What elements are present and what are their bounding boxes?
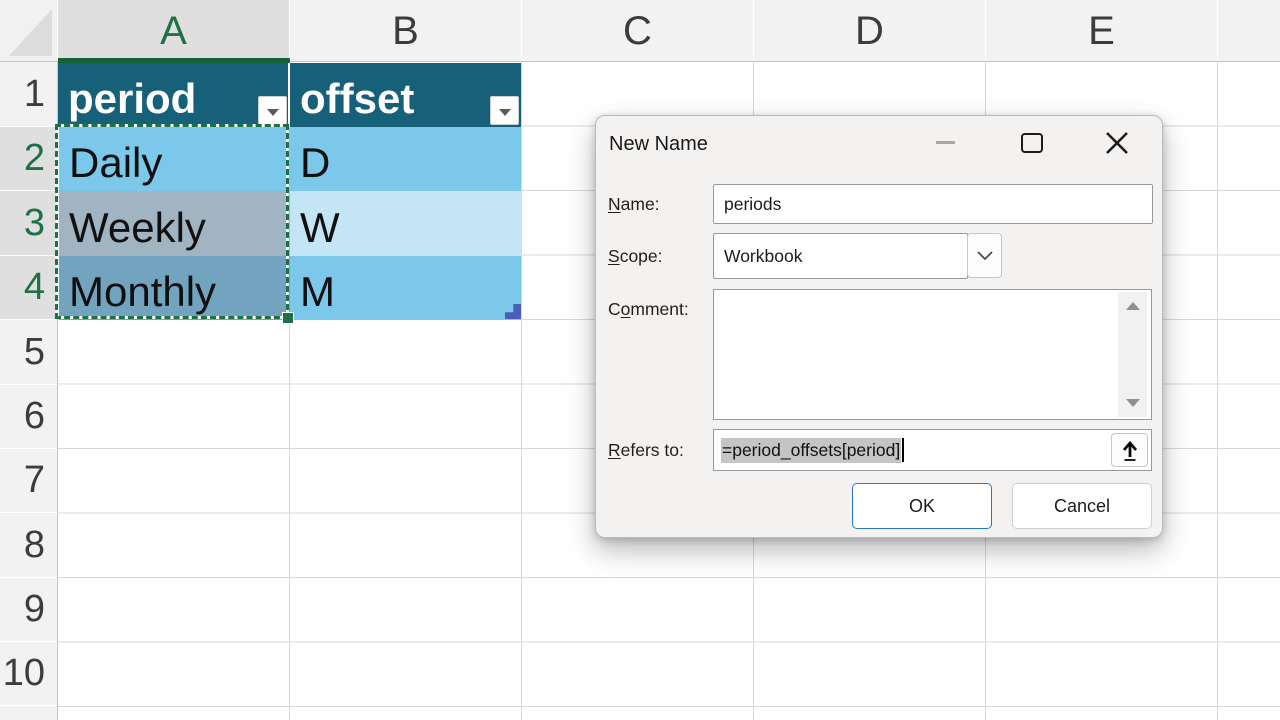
row-header-6[interactable]: 6 xyxy=(0,385,58,449)
cell-text: W xyxy=(300,206,340,250)
column-letter: B xyxy=(392,9,419,54)
column-header-c[interactable]: C xyxy=(522,0,754,62)
name-value: periods xyxy=(724,194,781,215)
table-header-label: offset xyxy=(300,77,414,121)
row-header-5[interactable]: 5 xyxy=(0,320,58,385)
excel-spreadsheet: A B C D E 1 2 3 4 5 6 7 8 9 10 period of… xyxy=(0,0,1280,720)
refers-to-label: Refers to: xyxy=(608,429,684,471)
refers-to-value: =period_offsets[period] xyxy=(721,438,901,463)
column-header-partial[interactable] xyxy=(1218,0,1280,62)
row-header-9[interactable]: 9 xyxy=(0,578,58,642)
row-number: 3 xyxy=(24,202,45,245)
cancel-label: Cancel xyxy=(1054,496,1110,517)
row-header-4[interactable]: 4 xyxy=(0,256,58,320)
column-letter: C xyxy=(623,9,652,54)
cell-text: Weekly xyxy=(69,206,206,250)
name-input[interactable]: periods xyxy=(713,184,1153,224)
row-number: 2 xyxy=(24,137,45,180)
cell-text: Daily xyxy=(69,141,162,185)
rowheader-right-border xyxy=(57,62,58,720)
cell-a3[interactable]: Weekly xyxy=(59,191,290,256)
row-header-partial[interactable] xyxy=(0,706,58,720)
scope-label: Scope: xyxy=(608,233,663,279)
cell-a1[interactable]: period xyxy=(58,63,290,127)
cell-b1[interactable]: offset xyxy=(290,63,521,127)
row-header-8[interactable]: 8 xyxy=(0,513,58,578)
comment-label: Comment: xyxy=(608,289,689,329)
select-all-triangle xyxy=(6,6,52,56)
row-number: 8 xyxy=(24,524,45,567)
scope-dropdown-button[interactable] xyxy=(967,233,1002,278)
row-number: 9 xyxy=(24,588,45,631)
scope-value: Workbook xyxy=(724,246,802,267)
row-number: 10 xyxy=(3,652,45,695)
cell-b4[interactable]: M xyxy=(290,256,521,320)
row-header-3[interactable]: 3 xyxy=(0,191,58,256)
new-name-dialog: New Name Name: periods Scope: Workbook C… xyxy=(595,115,1163,538)
ok-button[interactable]: OK xyxy=(852,483,992,529)
ok-label: OK xyxy=(909,496,935,517)
comment-textarea[interactable] xyxy=(713,289,1152,420)
comment-scrollbar[interactable] xyxy=(1118,292,1147,417)
row-header-2[interactable]: 2 xyxy=(0,127,58,191)
row-number: 4 xyxy=(24,266,45,309)
column-header-a[interactable]: A xyxy=(58,0,290,62)
collapse-dialog-arrow-icon xyxy=(1118,438,1142,462)
row-header-10[interactable]: 10 xyxy=(0,642,58,706)
column-letter: A xyxy=(160,9,187,54)
filter-dropdown-icon xyxy=(499,109,511,116)
filter-dropdown-icon xyxy=(267,109,279,116)
cell-text: D xyxy=(300,141,330,185)
row-number: 6 xyxy=(24,395,45,438)
maximize-icon[interactable] xyxy=(1021,133,1043,153)
cell-b3[interactable]: W xyxy=(290,191,521,256)
chevron-down-icon xyxy=(976,250,994,262)
column-letter: E xyxy=(1088,9,1115,54)
row-number: 1 xyxy=(24,73,45,116)
cell-text: M xyxy=(300,270,335,314)
column-letter: D xyxy=(855,9,884,54)
dialog-title: New Name xyxy=(609,133,708,156)
column-header-b[interactable]: B xyxy=(290,0,522,62)
close-icon[interactable] xyxy=(1104,131,1130,155)
table-header-label: period xyxy=(68,77,196,121)
filter-button-offset[interactable] xyxy=(490,96,519,125)
row-number: 7 xyxy=(24,459,45,502)
filter-button-period[interactable] xyxy=(258,96,287,125)
name-label: Name: xyxy=(608,184,660,224)
text-cursor xyxy=(902,438,904,462)
column-header-d[interactable]: D xyxy=(754,0,986,62)
cell-a2[interactable]: Daily xyxy=(59,127,290,191)
select-all-corner[interactable] xyxy=(0,0,58,62)
row-header-1[interactable]: 1 xyxy=(0,62,58,127)
scroll-down-icon[interactable] xyxy=(1126,399,1140,407)
collapse-dialog-button[interactable] xyxy=(1111,433,1148,467)
minimize-icon[interactable] xyxy=(936,141,955,144)
row-number: 5 xyxy=(24,331,45,374)
marquee-corner-handle[interactable] xyxy=(282,312,294,324)
refers-to-input[interactable]: =period_offsets[period] xyxy=(713,429,1152,471)
scroll-up-icon[interactable] xyxy=(1126,302,1140,310)
row-header-7[interactable]: 7 xyxy=(0,449,58,513)
column-header-e[interactable]: E xyxy=(986,0,1218,62)
cell-a4[interactable]: Monthly xyxy=(59,256,290,320)
cell-text: Monthly xyxy=(69,270,216,314)
cancel-button[interactable]: Cancel xyxy=(1012,483,1152,529)
scope-select[interactable]: Workbook xyxy=(713,233,968,279)
cell-b2[interactable]: D xyxy=(290,127,521,191)
